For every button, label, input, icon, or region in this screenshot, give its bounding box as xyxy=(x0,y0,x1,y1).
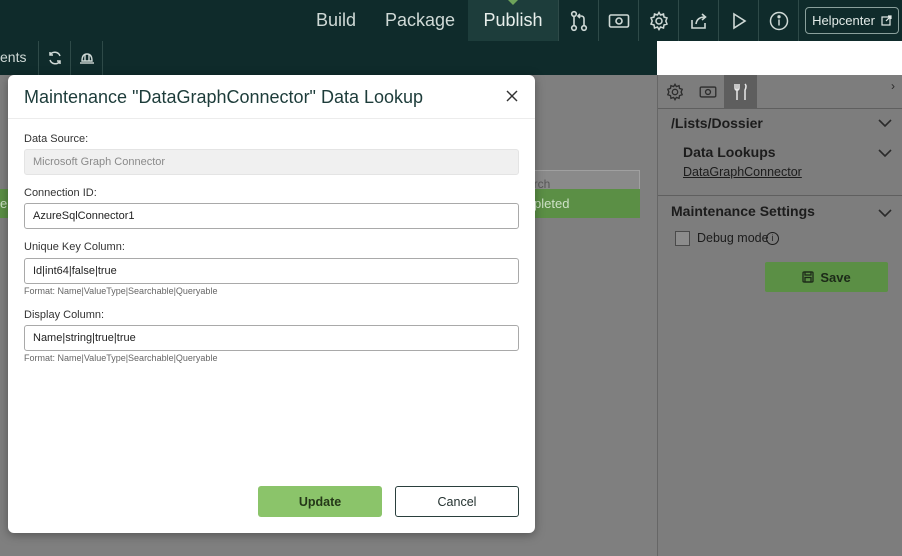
data-source-label: Data Source: xyxy=(24,133,89,145)
chevron-down-icon[interactable] xyxy=(878,115,892,133)
display-column-label: Display Column: xyxy=(24,309,105,321)
background-status-partial: e xyxy=(0,196,8,211)
nav-package-label: Package xyxy=(384,10,456,30)
update-button[interactable]: Update xyxy=(258,486,382,517)
background-status-text: pleted xyxy=(534,196,570,211)
panel-divider xyxy=(658,195,902,196)
tools-icon[interactable] xyxy=(724,75,757,108)
info-icon[interactable]: i xyxy=(766,232,779,245)
cancel-button[interactable]: Cancel xyxy=(395,486,519,517)
top-navigation-bar: Build Package Publish Helpcenter xyxy=(0,0,902,41)
active-tab-indicator xyxy=(508,0,518,5)
toolbar-divider xyxy=(798,0,799,41)
save-button-label: Save xyxy=(820,269,851,285)
display-column-format-hint: Format: Name|ValueType|Searchable|Querya… xyxy=(24,353,218,363)
play-icon[interactable] xyxy=(718,0,758,41)
dialog-title: Maintenance "DataGraphConnector" Data Lo… xyxy=(24,87,424,107)
chevron-down-icon[interactable] xyxy=(878,145,892,163)
connection-id-label: Connection ID: xyxy=(24,187,97,199)
secondary-toolbar: ents xyxy=(0,41,657,75)
share-icon[interactable] xyxy=(678,0,718,41)
maintenance-settings-title: Maintenance Settings xyxy=(671,203,815,219)
debug-mode-label: Debug mode xyxy=(697,231,769,245)
save-button[interactable]: Save xyxy=(765,262,888,292)
update-button-label: Update xyxy=(298,494,342,509)
refresh-icon[interactable] xyxy=(38,41,70,75)
panel-divider xyxy=(658,108,902,109)
branch-icon[interactable] xyxy=(558,0,598,41)
close-icon[interactable] xyxy=(506,89,520,103)
subbar-divider xyxy=(102,41,103,75)
crab-icon[interactable] xyxy=(70,41,102,75)
helpcenter-button[interactable]: Helpcenter xyxy=(805,7,899,34)
money-icon[interactable] xyxy=(598,0,638,41)
dialog-header-divider xyxy=(8,118,535,119)
gear-icon[interactable] xyxy=(658,75,691,108)
path-title: /Lists/Dossier xyxy=(671,115,763,131)
nav-build-label: Build xyxy=(315,10,357,30)
gear-icon[interactable] xyxy=(638,0,678,41)
money-icon[interactable] xyxy=(691,75,724,108)
external-link-icon xyxy=(881,15,892,26)
unique-key-column-label: Unique Key Column: xyxy=(24,241,125,253)
unique-key-column-field[interactable]: Id|int64|false|true xyxy=(24,258,519,284)
collapse-panel-chevron-icon[interactable]: › xyxy=(891,79,895,93)
cancel-button-label: Cancel xyxy=(437,494,477,509)
debug-mode-checkbox[interactable] xyxy=(675,231,690,246)
info-icon[interactable] xyxy=(758,0,798,41)
data-lookup-dialog: Maintenance "DataGraphConnector" Data Lo… xyxy=(8,75,535,533)
floppy-disk-icon xyxy=(802,271,814,283)
display-column-field[interactable]: Name|string|true|true xyxy=(24,325,519,351)
nav-publish-label: Publish xyxy=(483,10,543,30)
nav-package[interactable]: Package xyxy=(372,0,468,41)
connection-id-field[interactable]: AzureSqlConnector1 xyxy=(24,203,519,229)
nav-publish[interactable]: Publish xyxy=(468,0,558,41)
nav-build[interactable]: Build xyxy=(303,0,369,41)
data-source-field: Microsoft Graph Connector xyxy=(24,149,519,175)
subbar-partial-label: ents xyxy=(0,49,27,65)
unique-key-format-hint: Format: Name|ValueType|Searchable|Querya… xyxy=(24,286,218,296)
chevron-down-icon[interactable] xyxy=(878,205,892,223)
properties-panel: › /Lists/Dossier Data Lookups DataGraphC… xyxy=(657,75,902,556)
helpcenter-label: Helpcenter xyxy=(812,13,875,28)
data-lookup-link[interactable]: DataGraphConnector xyxy=(683,165,802,179)
data-lookups-title: Data Lookups xyxy=(683,144,776,160)
